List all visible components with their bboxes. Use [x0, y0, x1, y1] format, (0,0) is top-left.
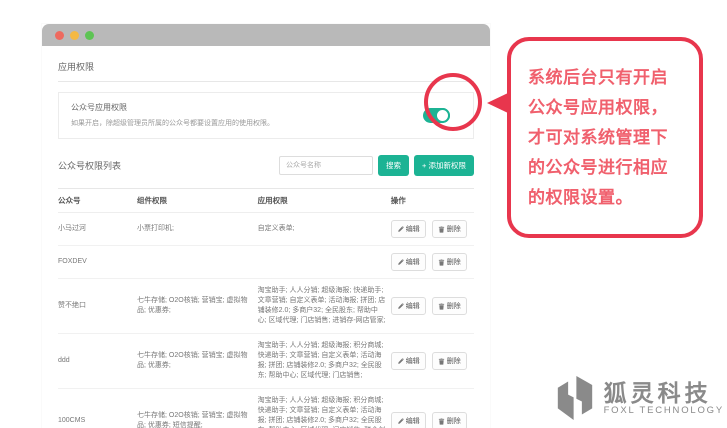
delete-button-label: 删除	[446, 259, 461, 266]
foxl-logo: 狐灵科技 FOXL TECHNOLOGY	[553, 372, 724, 424]
edit-button-label: 编辑	[405, 226, 420, 233]
highlight-circle	[424, 73, 482, 131]
pencil-edit-icon	[397, 225, 404, 232]
cell-app-permissions: 淘宝助手; 人人分销; 超级海报; 快递助手; 文章营销; 自定义表单; 活动海…	[257, 278, 391, 334]
permission-table: 公众号 组件权限 应用权限 操作 小马过河 小票打印机; 自定义表单; 编辑 删…	[58, 188, 474, 428]
panel-title: 公众号应用权限	[71, 103, 127, 112]
table-row: 100CMS 七牛存储; O2O核销; 营销宝; 虚拟物品; 优惠券; 短信提醒…	[58, 388, 474, 428]
delete-button-label: 删除	[446, 358, 461, 365]
cell-app-permissions	[257, 245, 391, 279]
cell-app-permissions: 淘宝助手; 人人分销; 超级海报; 积分商城; 快递助手; 文章营销; 自定义表…	[257, 388, 391, 428]
panel-description: 如果开启，除超级管理员所属的公众号都要设置应用的使用权限。	[71, 120, 274, 127]
logo-text: 狐灵科技 FOXL TECHNOLOGY	[604, 381, 724, 416]
pencil-edit-icon	[397, 357, 404, 364]
cell-account: 100CMS	[58, 388, 138, 428]
list-controls: 搜索 + 添加新权限	[279, 155, 474, 176]
pencil-edit-icon	[397, 417, 404, 424]
search-input[interactable]	[279, 156, 374, 175]
cell-operations: 编辑 删除	[390, 212, 474, 246]
logo-name-cn: 狐灵科技	[603, 379, 712, 406]
delete-button-label: 删除	[446, 226, 461, 233]
screenshot-canvas: 应用权限 公众号应用权限 如果开启，除超级管理员所属的公众号都要设置应用的使用权…	[0, 0, 727, 428]
column-header-app: 应用权限	[257, 188, 391, 213]
cell-operations: 编辑 删除	[390, 333, 474, 389]
edit-button[interactable]: 编辑	[390, 220, 426, 238]
cell-account: 小马过河	[58, 212, 138, 246]
cell-app-permissions: 淘宝助手; 人人分销; 超级海报; 积分商城; 快递助手; 文章营销; 自定义表…	[257, 333, 391, 389]
edit-button-label: 编辑	[405, 259, 420, 266]
table-row: 小马过河 小票打印机; 自定义表单; 编辑 删除	[58, 212, 474, 246]
callout-text: 系统后台只有开启公众号应用权限，才可对系统管理下的公众号进行相应的权限设置。	[528, 67, 668, 207]
delete-button[interactable]: 删除	[431, 297, 467, 315]
edit-button[interactable]: 编辑	[390, 297, 426, 315]
delete-button[interactable]: 删除	[431, 253, 467, 271]
trash-icon	[438, 225, 444, 233]
column-header-account: 公众号	[58, 188, 138, 213]
cell-component-permissions: 小票打印机;	[137, 212, 258, 246]
column-header-component: 组件权限	[137, 188, 258, 213]
delete-button-label: 删除	[446, 303, 461, 310]
delete-button[interactable]: 删除	[431, 220, 467, 238]
logo-name-en: FOXL TECHNOLOGY	[603, 404, 724, 416]
cell-operations: 编辑 删除	[390, 245, 474, 279]
divider	[58, 81, 474, 82]
window-body: 应用权限 公众号应用权限 如果开启，除超级管理员所属的公众号都要设置应用的使用权…	[42, 46, 490, 428]
add-permission-button[interactable]: + 添加新权限	[414, 155, 474, 176]
edit-button[interactable]: 编辑	[390, 352, 426, 370]
page-title: 应用权限	[58, 62, 95, 72]
table-row: ddd 七牛存储; O2O核销; 营销宝; 虚拟物品; 优惠券; 淘宝助手; 人…	[58, 333, 474, 389]
callout-bubble: 系统后台只有开启公众号应用权限，才可对系统管理下的公众号进行相应的权限设置。	[507, 37, 703, 238]
callout-arrow-icon	[487, 93, 508, 113]
edit-button-label: 编辑	[405, 358, 420, 365]
cell-component-permissions	[137, 245, 258, 279]
minimize-window-icon[interactable]	[70, 30, 79, 40]
close-window-icon[interactable]	[55, 30, 64, 40]
trash-icon	[438, 357, 444, 365]
browser-window: 应用权限 公众号应用权限 如果开启，除超级管理员所属的公众号都要设置应用的使用权…	[42, 24, 490, 428]
cell-account: ddd	[58, 333, 138, 389]
column-header-operation: 操作	[390, 188, 474, 213]
maximize-window-icon[interactable]	[85, 30, 94, 40]
cell-operations: 编辑 删除	[390, 388, 474, 428]
delete-button[interactable]: 删除	[431, 412, 467, 428]
table-header-row: 公众号 组件权限 应用权限 操作	[58, 188, 474, 213]
table-row: FOXDEV 编辑 删除	[58, 245, 474, 279]
cell-component-permissions: 七牛存储; O2O核销; 营销宝; 虚拟物品; 优惠券; 短信提醒;	[137, 388, 258, 428]
table-row: 赞不绝口 七牛存储; O2O核销; 营销宝; 虚拟物品; 优惠券; 淘宝助手; …	[58, 278, 474, 334]
official-account-permission-panel: 公众号应用权限 如果开启，除超级管理员所属的公众号都要设置应用的使用权限。	[58, 92, 474, 139]
list-header: 公众号权限列表 搜索 + 添加新权限	[58, 155, 474, 176]
edit-button-label: 编辑	[405, 418, 420, 425]
cell-operations: 编辑 删除	[390, 278, 474, 334]
edit-button[interactable]: 编辑	[390, 412, 426, 428]
trash-icon	[438, 302, 444, 310]
cell-component-permissions: 七牛存储; O2O核销; 营销宝; 虚拟物品; 优惠券;	[137, 278, 258, 334]
delete-button[interactable]: 删除	[431, 352, 467, 370]
edit-button-label: 编辑	[405, 303, 420, 310]
pencil-edit-icon	[397, 302, 404, 309]
cell-component-permissions: 七牛存储; O2O核销; 营销宝; 虚拟物品; 优惠券;	[137, 333, 258, 389]
pencil-edit-icon	[397, 258, 404, 265]
hexagon-h-logo-icon	[557, 376, 592, 420]
trash-icon	[438, 258, 444, 266]
cell-account: 赞不绝口	[58, 278, 138, 334]
browser-titlebar	[42, 24, 490, 46]
edit-button[interactable]: 编辑	[390, 253, 426, 271]
cell-app-permissions: 自定义表单;	[257, 212, 391, 246]
delete-button-label: 删除	[446, 418, 461, 425]
search-button[interactable]: 搜索	[378, 155, 410, 176]
list-title: 公众号权限列表	[58, 161, 122, 171]
cell-account: FOXDEV	[58, 245, 138, 279]
trash-icon	[438, 417, 444, 425]
